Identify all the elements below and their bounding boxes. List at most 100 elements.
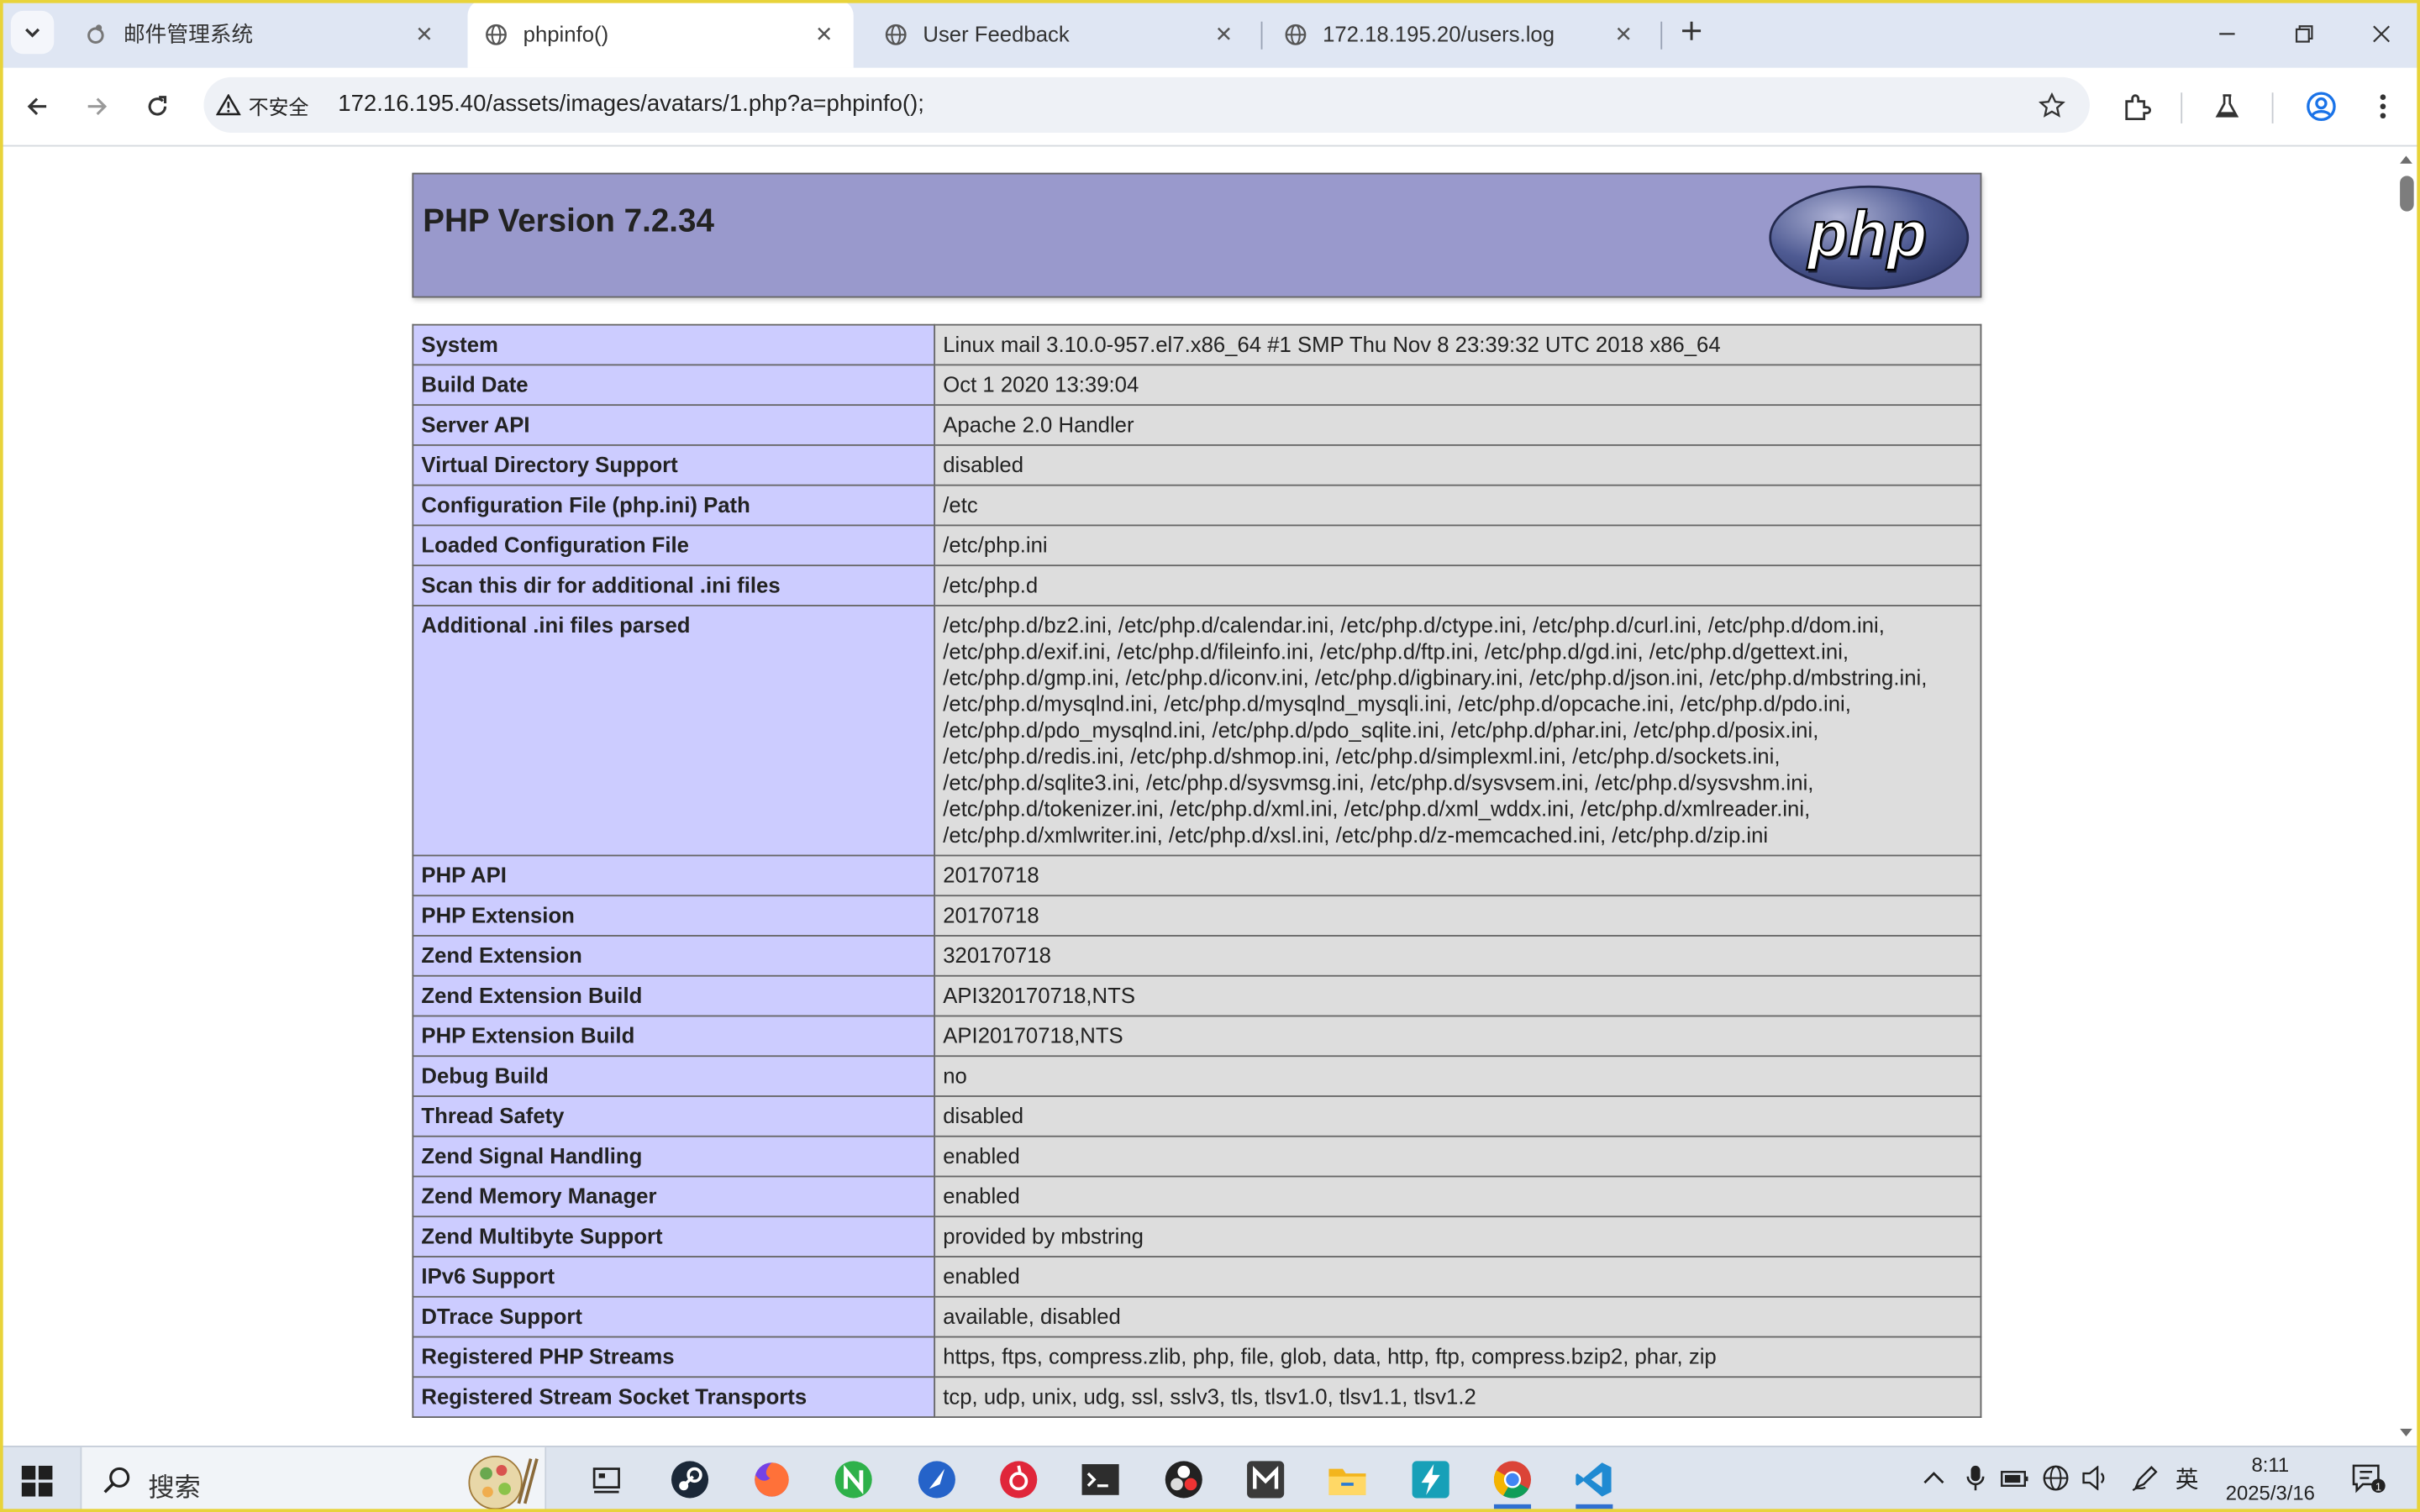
restore-icon bbox=[2295, 25, 2313, 43]
tab-label: 邮件管理系统 bbox=[123, 21, 254, 47]
table-row: DTrace Support available, disabled bbox=[412, 1295, 1982, 1338]
browser-toolbar: 不安全 172.16.195.40/assets/images/avatars/… bbox=[0, 67, 2420, 147]
obs-icon[interactable] bbox=[1159, 1455, 1208, 1504]
security-indicator[interactable]: 不安全 bbox=[216, 88, 308, 122]
bolt-app-icon[interactable] bbox=[1406, 1455, 1455, 1504]
tab-user-feedback[interactable]: User Feedback ✕ bbox=[867, 0, 1253, 68]
address-bar[interactable]: 不安全 172.16.195.40/assets/images/avatars/… bbox=[203, 76, 2090, 133]
profile-icon bbox=[2307, 92, 2336, 122]
scrollbar-thumb[interactable] bbox=[2400, 176, 2414, 212]
minimize-icon bbox=[2219, 33, 2235, 35]
tab-users-log[interactable]: 172.18.195.20/users.log ✕ bbox=[1267, 0, 1653, 68]
n-app-icon[interactable] bbox=[829, 1455, 878, 1504]
clock-date: 2025/3/16 bbox=[2225, 1481, 2315, 1504]
row-value: API20170718,NTS bbox=[934, 1015, 1982, 1058]
table-row: Registered Stream Socket Transports tcp, … bbox=[412, 1376, 1982, 1418]
extensions-button[interactable] bbox=[2116, 87, 2156, 127]
network-globe-icon[interactable] bbox=[2040, 1462, 2071, 1494]
volume-icon[interactable] bbox=[2081, 1462, 2112, 1494]
table-row: IPv6 Support enabled bbox=[412, 1256, 1982, 1298]
tab-divider bbox=[1260, 21, 1263, 50]
more-vertical-icon bbox=[2380, 94, 2386, 119]
scroll-down-arrow-icon[interactable] bbox=[2400, 1428, 2412, 1437]
minimize-button[interactable] bbox=[2204, 13, 2250, 55]
table-row: PHP Extension 20170718 bbox=[412, 895, 1982, 937]
row-value: /etc/php.d bbox=[934, 564, 1982, 606]
close-icon[interactable]: ✕ bbox=[1210, 20, 1238, 48]
table-row: Zend Extension 320170718 bbox=[412, 935, 1982, 977]
close-icon bbox=[2373, 25, 2391, 43]
row-key: Configuration File (php.ini) Path bbox=[412, 484, 936, 527]
notification-center-icon[interactable]: 1 bbox=[2350, 1461, 2387, 1498]
menu-button[interactable] bbox=[2363, 87, 2403, 127]
flask-icon bbox=[2215, 94, 2239, 118]
reload-button[interactable] bbox=[137, 87, 177, 127]
table-row: PHP API 20170718 bbox=[412, 854, 1982, 897]
warning-icon bbox=[216, 94, 241, 116]
bookmark-button[interactable] bbox=[2034, 88, 2068, 122]
profile-button[interactable] bbox=[2302, 87, 2342, 127]
row-value: /etc bbox=[934, 484, 1982, 527]
row-key: Zend Extension bbox=[412, 935, 936, 977]
row-key: PHP Extension Build bbox=[412, 1015, 936, 1058]
table-row: Thread Safety disabled bbox=[412, 1095, 1982, 1137]
tab-label: User Feedback bbox=[923, 21, 1070, 47]
row-key: Registered Stream Socket Transports bbox=[412, 1376, 936, 1418]
row-value: /etc/php.ini bbox=[934, 524, 1982, 567]
chevron-up-icon bbox=[1923, 1472, 1944, 1484]
close-icon[interactable]: ✕ bbox=[1610, 20, 1638, 48]
chevron-down-icon bbox=[25, 28, 40, 38]
pen-icon[interactable] bbox=[2130, 1462, 2161, 1494]
restore-button[interactable] bbox=[2281, 13, 2328, 55]
windows-start-icon[interactable] bbox=[21, 1465, 53, 1497]
row-key: PHP Extension bbox=[412, 895, 936, 937]
show-hidden-icons-button[interactable] bbox=[1918, 1462, 1949, 1494]
m-app-icon[interactable] bbox=[1241, 1455, 1291, 1504]
back-button[interactable] bbox=[17, 87, 57, 127]
tab-divider bbox=[1660, 21, 1663, 50]
netease-music-icon[interactable] bbox=[994, 1455, 1044, 1504]
feather-app-icon[interactable] bbox=[913, 1455, 962, 1504]
table-row: Zend Multibyte Support provided by mbstri… bbox=[412, 1215, 1982, 1257]
tab-label: phpinfo() bbox=[523, 21, 609, 47]
terminal-icon[interactable] bbox=[1076, 1455, 1125, 1504]
forward-button[interactable] bbox=[77, 87, 118, 127]
close-icon[interactable]: ✕ bbox=[810, 20, 838, 48]
tab-phpinfo[interactable]: phpinfo() ✕ bbox=[467, 0, 854, 68]
file-explorer-icon[interactable] bbox=[1323, 1455, 1372, 1504]
table-row: Zend Signal Handling enabled bbox=[412, 1135, 1982, 1178]
chrome-icon[interactable] bbox=[1488, 1455, 1538, 1509]
globe-icon bbox=[483, 22, 508, 46]
row-key: Thread Safety bbox=[412, 1095, 936, 1137]
labs-button[interactable] bbox=[2207, 87, 2248, 127]
row-key: Zend Extension Build bbox=[412, 974, 936, 1017]
star-icon bbox=[2038, 92, 2065, 117]
table-row: Registered PHP Streams https, ftps, compr… bbox=[412, 1336, 1982, 1378]
close-icon[interactable]: ✕ bbox=[411, 20, 439, 48]
tab-mail-system[interactable]: 邮件管理系统 ✕ bbox=[68, 0, 454, 68]
vscode-icon[interactable] bbox=[1570, 1455, 1619, 1509]
row-value: disabled bbox=[934, 444, 1982, 486]
microphone-icon[interactable] bbox=[1960, 1462, 1991, 1494]
table-row: Loaded Configuration File/etc/php.ini bbox=[412, 524, 1982, 567]
tab-search-button[interactable] bbox=[10, 10, 55, 55]
php-logo-text: php bbox=[1807, 198, 1927, 270]
close-window-button[interactable] bbox=[2359, 13, 2405, 55]
clock[interactable]: 8:11 2025/3/16 bbox=[2217, 1452, 2323, 1507]
firefox-icon[interactable] bbox=[747, 1455, 797, 1504]
battery-icon[interactable] bbox=[2000, 1462, 2031, 1494]
ime-indicator[interactable]: 英 bbox=[2171, 1462, 2202, 1494]
row-value: enabled bbox=[934, 1135, 1982, 1178]
taskbar-search-box[interactable]: 搜索 bbox=[80, 1446, 547, 1512]
steam-icon[interactable] bbox=[666, 1455, 715, 1504]
task-view-icon[interactable] bbox=[581, 1455, 631, 1504]
row-key: Debug Build bbox=[412, 1055, 936, 1097]
scroll-up-arrow-icon[interactable] bbox=[2400, 155, 2412, 164]
tab-strip: 邮件管理系统 ✕ phpinfo() ✕ User Feedback ✕ 172… bbox=[0, 0, 2420, 68]
row-value: Oct 1 2020 13:39:04 bbox=[934, 364, 1982, 407]
table-row: PHP Extension Build API20170718,NTS bbox=[412, 1015, 1982, 1058]
new-tab-button[interactable] bbox=[1673, 13, 1710, 50]
row-value: /etc/php.d/bz2.ini, /etc/php.d/calendar.… bbox=[934, 605, 1982, 857]
scrollbar[interactable] bbox=[2391, 146, 2420, 1446]
url-text[interactable]: 172.16.195.40/assets/images/avatars/1.ph… bbox=[338, 91, 924, 117]
